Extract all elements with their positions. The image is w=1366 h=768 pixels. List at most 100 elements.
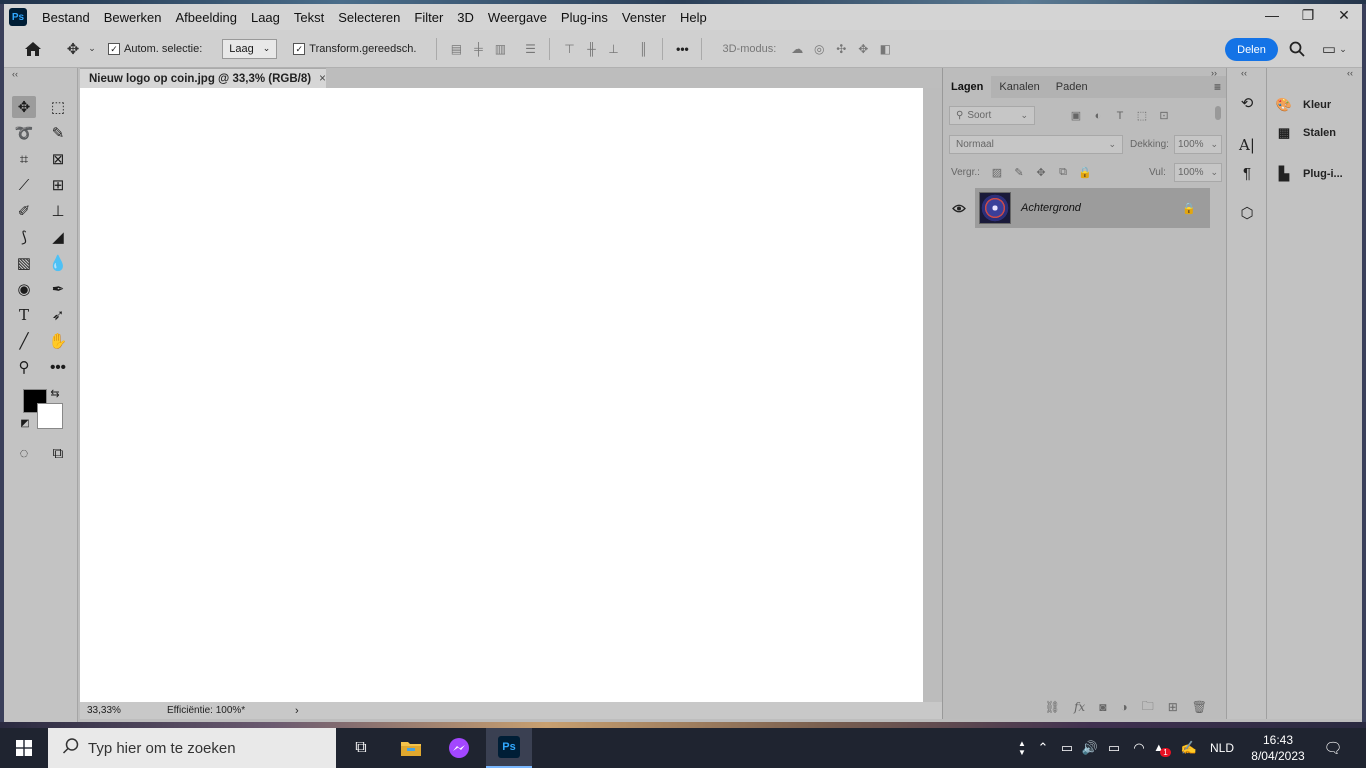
eraser-tool-icon[interactable]: ◢ xyxy=(46,226,70,248)
filter-toggle[interactable] xyxy=(1215,106,1221,120)
auto-select-checkbox[interactable]: ✓ Autom. selectie: xyxy=(108,42,202,55)
screen-mode-icon[interactable]: ⧉ xyxy=(46,442,70,464)
zoom-level[interactable]: 33,33% xyxy=(87,705,167,716)
brush-tool-icon[interactable]: ✐ xyxy=(12,200,36,222)
swap-colors-icon[interactable]: ⇆ xyxy=(48,386,62,400)
dodge-tool-icon[interactable]: ◉ xyxy=(12,278,36,300)
action-center-icon[interactable]: 🗨 xyxy=(1318,728,1348,768)
menu-tekst[interactable]: Tekst xyxy=(287,10,331,25)
history-brush-tool-icon[interactable]: ⟆ xyxy=(12,226,36,248)
menu-filter[interactable]: Filter xyxy=(407,10,450,25)
link-layers-icon[interactable]: ⛓ xyxy=(1045,700,1060,714)
home-icon[interactable] xyxy=(20,36,46,62)
menu-venster[interactable]: Venster xyxy=(615,10,673,25)
notification-app-icon[interactable]: ▲ 1 xyxy=(1150,728,1174,768)
paragraph-panel-icon[interactable]: ¶ xyxy=(1236,162,1258,184)
blend-mode-dropdown[interactable]: Normaal ⌄ xyxy=(949,135,1123,154)
history-panel-icon[interactable]: ⟲ xyxy=(1236,92,1258,114)
align-right-icon[interactable]: ▥ xyxy=(489,38,511,60)
path-selection-tool-icon[interactable]: ➶ xyxy=(46,304,70,326)
file-explorer-icon[interactable] xyxy=(388,728,434,768)
taskbar-scroll[interactable]: ▲ ▼ xyxy=(1014,728,1030,768)
3d-pan-icon[interactable]: ✣ xyxy=(830,38,852,60)
layer-row[interactable]: Achtergrond 🔒 xyxy=(975,188,1210,228)
layer-name[interactable]: Achtergrond xyxy=(1021,202,1182,214)
more-options-icon[interactable]: ••• xyxy=(671,38,693,60)
collapse-dock-icon[interactable]: ‹‹ xyxy=(1347,68,1353,78)
close-button[interactable]: ✕ xyxy=(1326,4,1362,26)
show-hidden-icons-icon[interactable]: ⌃ xyxy=(1034,728,1052,768)
opacity-field[interactable]: 100% ⌄ xyxy=(1174,135,1222,154)
distribute-horizontal-icon[interactable]: ║ xyxy=(632,38,654,60)
image-filter-icon[interactable]: ▣ xyxy=(1065,109,1087,122)
clone-stamp-tool-icon[interactable]: ⊥ xyxy=(46,200,70,222)
gradient-tool-icon[interactable]: ▧ xyxy=(12,252,36,274)
lasso-tool-icon[interactable]: ➰ xyxy=(12,122,36,144)
layer-filter-dropdown[interactable]: ⚲ Soort ⌄ xyxy=(949,106,1035,125)
add-mask-icon[interactable]: ◙ xyxy=(1099,700,1106,714)
menu-weergave[interactable]: Weergave xyxy=(481,10,554,25)
lock-pixels-icon[interactable]: ✎ xyxy=(1008,166,1030,179)
taskbar-search-input[interactable]: Typ hier om te zoeken xyxy=(48,728,336,768)
windows-start-icon[interactable] xyxy=(0,728,48,768)
meet-now-icon[interactable]: ▭ xyxy=(1056,728,1078,768)
battery-icon[interactable]: ▭ xyxy=(1103,728,1125,768)
blur-tool-icon[interactable]: 💧 xyxy=(46,252,70,274)
move-tool-icon[interactable]: ✥ xyxy=(12,96,36,118)
share-button[interactable]: Delen xyxy=(1225,38,1278,61)
type-tool-icon[interactable]: T xyxy=(12,304,36,326)
align-top-icon[interactable]: ⊤ xyxy=(558,38,580,60)
lock-position-icon[interactable]: ✥ xyxy=(1030,166,1052,179)
adjustment-layer-icon[interactable]: ◑ xyxy=(1120,700,1127,714)
dock-item-plugins[interactable]: ▙ Plug-i... xyxy=(1275,163,1343,185)
dock-item-kleur[interactable]: 🎨 Kleur xyxy=(1275,94,1331,116)
pen-tool-icon[interactable]: ✒ xyxy=(46,278,70,300)
adjustment-filter-icon[interactable]: ◐ xyxy=(1087,110,1109,122)
menu-bestand[interactable]: Bestand xyxy=(35,10,97,25)
align-bottom-icon[interactable]: ⊥ xyxy=(602,38,624,60)
messenger-icon[interactable] xyxy=(436,728,482,768)
chevron-right-icon[interactable]: › xyxy=(295,705,299,717)
new-group-icon[interactable]: 🗀 xyxy=(1142,697,1154,718)
panel-menu-icon[interactable]: ≡ xyxy=(1214,80,1221,94)
patch-tool-icon[interactable]: ⊞ xyxy=(46,174,70,196)
default-colors-icon[interactable]: ◩ xyxy=(18,416,32,430)
vertical-scrollbar[interactable] xyxy=(923,88,942,702)
eye-icon[interactable] xyxy=(949,200,969,216)
smart-object-filter-icon[interactable]: ⊡ xyxy=(1153,109,1175,122)
transform-controls-checkbox[interactable]: ✓ Transform.gereedsch. xyxy=(293,42,416,55)
type-filter-icon[interactable]: T xyxy=(1109,110,1131,122)
dock-item-stalen[interactable]: ▦ Stalen xyxy=(1275,122,1336,144)
maximize-button[interactable]: ❐ xyxy=(1290,4,1326,26)
zoom-tool-icon[interactable]: ⚲ xyxy=(12,356,36,378)
menu-bewerken[interactable]: Bewerken xyxy=(97,10,169,25)
lock-transparency-icon[interactable]: ▨ xyxy=(986,166,1008,179)
3d-orbit-icon[interactable]: ☁ xyxy=(786,38,808,60)
collapse-toolbox-icon[interactable]: ‹‹ xyxy=(8,68,22,80)
tab-paden[interactable]: Paden xyxy=(1048,76,1096,98)
shape-filter-icon[interactable]: ⬚ xyxy=(1131,109,1153,122)
menu-selecteren[interactable]: Selecteren xyxy=(331,10,407,25)
delete-layer-icon[interactable]: 🗑 xyxy=(1192,700,1207,714)
chevron-down-icon[interactable]: ⌄ xyxy=(1336,36,1350,62)
volume-icon[interactable]: 🔊 xyxy=(1079,728,1101,768)
rectangular-marquee-tool-icon[interactable]: ⬚ xyxy=(46,96,70,118)
tab-lagen[interactable]: Lagen xyxy=(943,76,992,98)
pen-workspace-icon[interactable]: ✍ xyxy=(1178,728,1200,768)
close-icon[interactable]: × xyxy=(319,73,326,85)
language-indicator[interactable]: NLD xyxy=(1206,728,1238,768)
minimize-button[interactable]: — xyxy=(1254,4,1290,26)
more-tools-icon[interactable]: ••• xyxy=(46,356,70,378)
hand-tool-icon[interactable]: ✋ xyxy=(46,330,70,352)
menu-help[interactable]: Help xyxy=(673,10,714,25)
3d-slide-icon[interactable]: ✥ xyxy=(852,38,874,60)
menu-3d[interactable]: 3D xyxy=(450,10,481,25)
wifi-icon[interactable]: ◠ xyxy=(1128,728,1150,768)
collapse-dock-icon[interactable]: ‹‹ xyxy=(1241,68,1247,78)
crop-tool-icon[interactable]: ⌗ xyxy=(12,148,36,170)
move-tool-icon[interactable]: ✥ xyxy=(60,36,86,62)
chevron-down-icon[interactable]: ⌄ xyxy=(86,36,98,62)
lock-artboard-icon[interactable]: ⧉ xyxy=(1052,166,1074,179)
search-icon[interactable] xyxy=(1284,36,1310,62)
3d-panel-icon[interactable]: ⬡ xyxy=(1236,202,1258,224)
